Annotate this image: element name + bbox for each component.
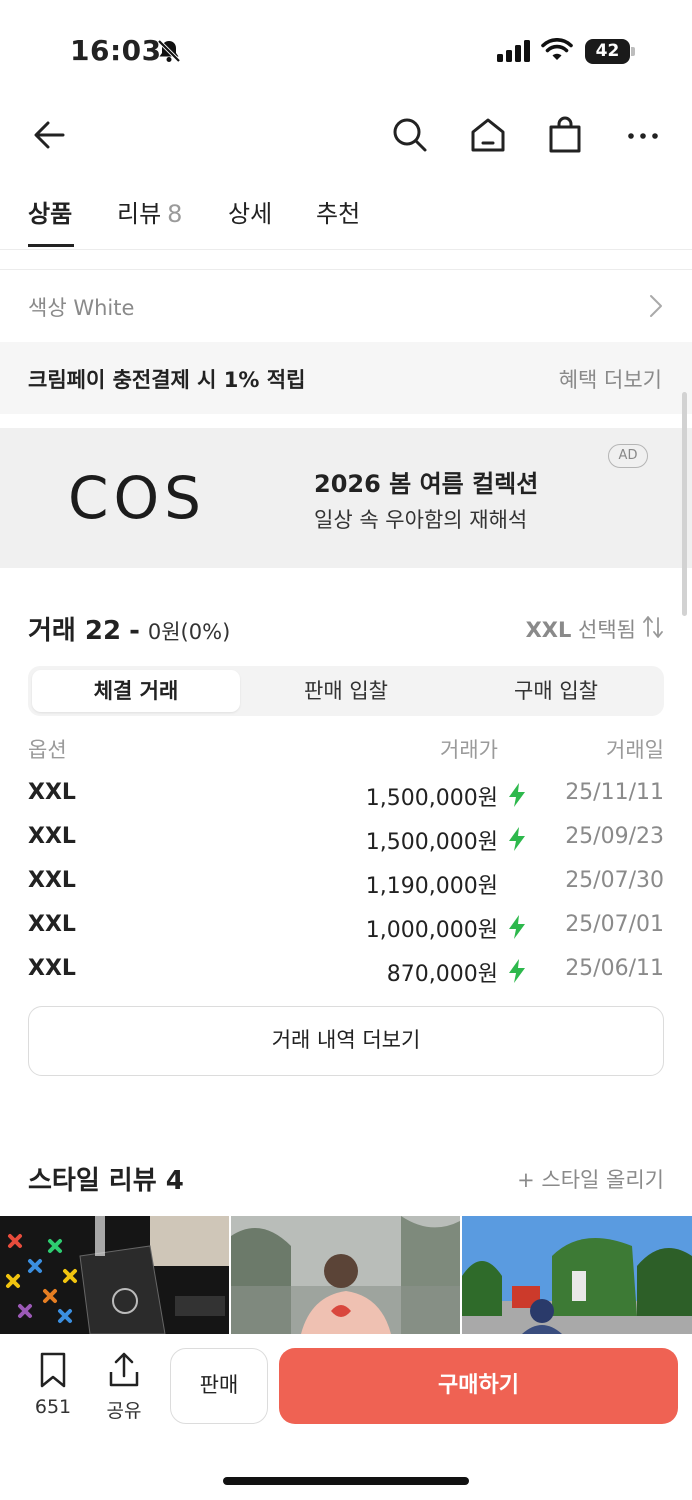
row-date: 25/07/01	[565, 912, 664, 937]
row-date: 25/07/30	[565, 868, 664, 893]
row-date: 25/09/23	[565, 824, 664, 849]
wifi-icon	[541, 38, 573, 60]
table-row: XXL 870,000원 25/06/11	[28, 950, 664, 990]
row-price: 1,000,000원	[365, 918, 498, 943]
table-row: XXL 1,000,000원 25/07/01	[28, 906, 664, 946]
ad-subtitle: 일상 속 우아함의 재해석	[314, 508, 528, 532]
ad-brand-logo: COS	[68, 464, 206, 532]
trades-title: 거래 22-0원(0%)	[28, 616, 231, 646]
tab-reviews[interactable]: 리뷰 8	[117, 194, 182, 229]
segment-completed-trades[interactable]: 체결 거래	[32, 670, 240, 712]
fast-delivery-bolt-icon	[509, 915, 525, 939]
chevron-right-icon	[650, 295, 662, 317]
fast-delivery-bolt-icon	[509, 827, 525, 851]
bookmark-button[interactable]: 651	[30, 1352, 76, 1418]
row-price: 1,190,000원	[365, 874, 498, 899]
more-icon[interactable]	[620, 112, 666, 158]
row-option: XXL	[28, 956, 76, 981]
segment-buy-bids[interactable]: 구매 입찰	[452, 670, 660, 712]
style-reviews-title: 스타일 리뷰 4	[28, 1166, 184, 1196]
trade-type-segmented-control: 체결 거래 판매 입찰 구매 입찰	[28, 666, 664, 716]
trades-table-header: 옵션 거래가 거래일	[28, 734, 664, 766]
bottom-action-bar: 651 공유 판매 구매하기	[0, 1334, 692, 1500]
bell-muted-icon	[157, 39, 181, 63]
benefit-banner: 크림페이 충전결제 시 1% 적립 혜택 더보기	[0, 342, 692, 414]
share-icon	[109, 1352, 139, 1387]
back-arrow-icon[interactable]	[26, 112, 72, 158]
column-date: 거래일	[606, 738, 664, 762]
style-photo[interactable]	[462, 1216, 692, 1334]
search-icon[interactable]	[387, 112, 433, 158]
tab-recommend[interactable]: 추천	[316, 194, 360, 229]
share-button[interactable]: 공유	[101, 1352, 147, 1423]
top-nav-bar	[0, 100, 692, 170]
sort-arrows-icon[interactable]	[642, 614, 664, 640]
upload-style-link[interactable]: + 스타일 올리기	[517, 1164, 664, 1194]
row-option: XXL	[28, 824, 76, 849]
row-date: 25/11/11	[565, 780, 664, 805]
segment-sell-bids[interactable]: 판매 입찰	[242, 670, 450, 712]
row-price: 870,000원	[386, 962, 498, 987]
cellular-signal-icon	[497, 40, 530, 62]
style-photo[interactable]	[0, 1216, 229, 1334]
row-date: 25/06/11	[565, 956, 664, 981]
sell-button[interactable]: 판매	[170, 1348, 268, 1424]
column-price: 거래가	[440, 738, 498, 762]
column-option: 옵션	[28, 738, 67, 762]
buy-button[interactable]: 구매하기	[279, 1348, 678, 1424]
size-selector[interactable]: XXL 선택됨	[526, 614, 636, 644]
trades-change-amount: 0원(0%)	[147, 620, 231, 644]
table-row: XXL 1,500,000원 25/09/23	[28, 818, 664, 858]
home-icon[interactable]	[465, 112, 511, 158]
bookmark-count: 651	[34, 1396, 72, 1418]
row-option: XXL	[28, 868, 76, 893]
row-option: XXL	[28, 780, 76, 805]
style-reviews-header: 스타일 리뷰 4 + 스타일 올리기	[28, 1158, 664, 1198]
row-price: 1,500,000원	[365, 786, 498, 811]
status-bar: 16:03 42	[0, 0, 692, 100]
tab-details[interactable]: 상세	[228, 194, 272, 229]
battery-icon: 42	[585, 39, 635, 64]
product-tabs: 상품 리뷰 8 상세 추천	[0, 180, 692, 250]
active-tab-indicator	[28, 244, 74, 247]
style-review-photos	[0, 1216, 692, 1334]
table-row: XXL 1,500,000원 25/11/11	[28, 774, 664, 814]
table-row: XXL 1,190,000원 25/07/30	[28, 862, 664, 902]
row-price: 1,500,000원	[365, 830, 498, 855]
shopping-bag-icon[interactable]	[542, 112, 588, 158]
status-time: 16:03	[70, 34, 162, 67]
review-count: 8	[167, 200, 183, 228]
ad-banner[interactable]: COS 2026 봄 여름 컬렉션 일상 속 우아함의 재해석 AD	[0, 428, 692, 568]
ad-badge: AD	[608, 444, 648, 468]
tab-product[interactable]: 상품	[28, 194, 72, 229]
fast-delivery-bolt-icon	[509, 783, 525, 807]
scrollbar[interactable]	[682, 392, 687, 616]
benefit-more-link[interactable]: 혜택 더보기	[559, 364, 662, 394]
color-option-text: 색상 White	[28, 296, 135, 320]
bookmark-icon	[40, 1352, 66, 1388]
trade-history-more-button[interactable]: 거래 내역 더보기	[28, 1006, 664, 1076]
color-option-row[interactable]: 색상 White	[0, 270, 692, 342]
home-indicator	[223, 1477, 469, 1485]
benefit-text: 크림페이 충전결제 시 1% 적립	[28, 368, 306, 392]
trades-header: 거래 22-0원(0%) XXL 선택됨	[28, 610, 664, 650]
row-option: XXL	[28, 912, 76, 937]
fast-delivery-bolt-icon	[509, 959, 525, 983]
ad-title: 2026 봄 여름 컬렉션	[314, 470, 539, 498]
battery-level: 42	[595, 41, 620, 61]
style-photo[interactable]	[231, 1216, 460, 1334]
share-label: 공유	[106, 1400, 142, 1422]
